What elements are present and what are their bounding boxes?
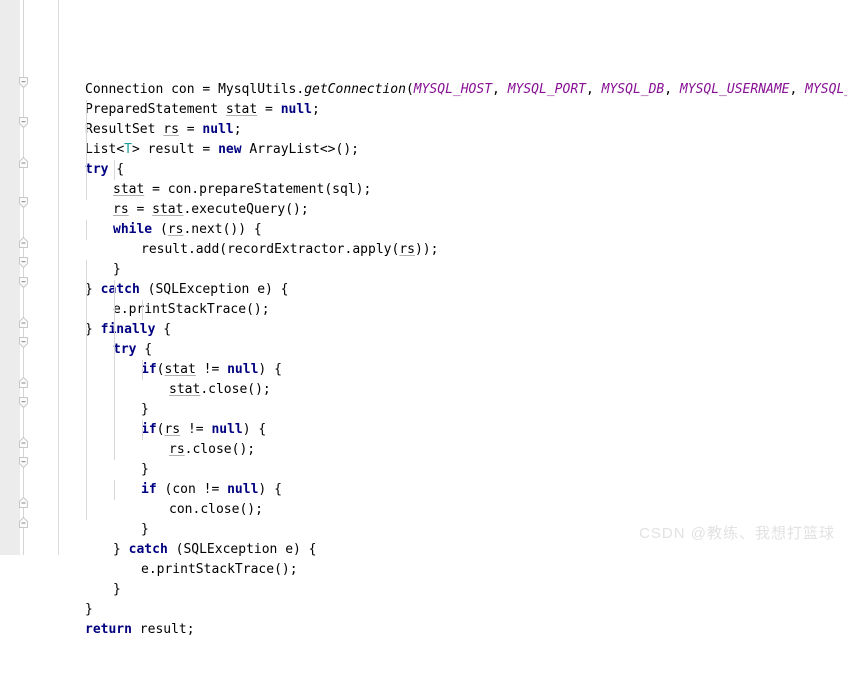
fold-collapse-end-icon[interactable]: [17, 236, 30, 249]
code-line[interactable]: try {: [59, 340, 847, 360]
code-line[interactable]: Connection con = MysqlUtils.getConnectio…: [59, 80, 847, 100]
fold-collapse-end-icon[interactable]: [17, 516, 30, 529]
csdn-watermark: CSDN @教练、我想打篮球: [639, 525, 835, 542]
indent-guide: [142, 300, 143, 320]
indent-guide: [114, 160, 115, 180]
fold-collapse-end-icon[interactable]: [17, 316, 30, 329]
indent-guide: [114, 280, 115, 460]
code-line[interactable]: if (con != null) {: [59, 480, 847, 500]
indent-guide: [142, 360, 143, 380]
fold-collapse-end-icon[interactable]: [17, 376, 30, 389]
fold-collapse-start-icon[interactable]: [17, 256, 30, 269]
indent-guide: [86, 100, 87, 200]
fold-collapse-start-icon[interactable]: [17, 396, 30, 409]
fold-collapse-start-icon[interactable]: [17, 76, 30, 89]
code-line[interactable]: con.close();: [59, 500, 847, 520]
indent-guide: [114, 480, 115, 500]
code-line[interactable]: PreparedStatement stat = null;: [59, 100, 847, 120]
code-line[interactable]: }: [59, 460, 847, 480]
fold-collapse-end-icon[interactable]: [17, 436, 30, 449]
code-line[interactable]: stat.close();: [59, 380, 847, 400]
code-line[interactable]: } catch (SQLException e) {: [59, 280, 847, 300]
code-line[interactable]: } catch (SQLException e) {: [59, 540, 847, 560]
fold-collapse-start-icon[interactable]: [17, 116, 30, 129]
code-line[interactable]: }: [59, 260, 847, 280]
fold-collapse-end-icon[interactable]: [17, 496, 30, 509]
code-line[interactable]: try {: [59, 160, 847, 180]
code-line[interactable]: while (rs.next()) {: [59, 220, 847, 240]
indent-guide: [86, 260, 87, 520]
code-text-area[interactable]: Connection con = MysqlUtils.getConnectio…: [59, 0, 847, 637]
code-line[interactable]: }: [59, 580, 847, 600]
code-line[interactable]: if(rs != null) {: [59, 420, 847, 440]
code-line[interactable]: stat = con.prepareStatement(sql);: [59, 180, 847, 200]
fold-collapse-start-icon[interactable]: [17, 196, 30, 209]
code-line[interactable]: result.add(recordExtractor.apply(rs));: [59, 240, 847, 260]
code-line[interactable]: List<T> result = new ArrayList<>();: [59, 140, 847, 160]
fold-collapse-start-icon[interactable]: [17, 336, 30, 349]
code-line[interactable]: }: [59, 400, 847, 420]
indent-guide: [86, 220, 87, 240]
code-line[interactable]: } finally {: [59, 320, 847, 340]
indent-guide: [142, 420, 143, 440]
code-editor[interactable]: Connection con = MysqlUtils.getConnectio…: [0, 0, 847, 637]
fold-collapse-start-icon[interactable]: [17, 276, 30, 289]
fold-collapse-end-icon[interactable]: [17, 156, 30, 169]
code-line[interactable]: e.printStackTrace();: [59, 560, 847, 580]
code-line[interactable]: rs.close();: [59, 440, 847, 460]
code-line[interactable]: rs = stat.executeQuery();: [59, 200, 847, 220]
code-line[interactable]: if(stat != null) {: [59, 360, 847, 380]
code-line[interactable]: ResultSet rs = null;: [59, 120, 847, 140]
code-line[interactable]: e.printStackTrace();: [59, 300, 847, 320]
code-line[interactable]: }: [59, 600, 847, 620]
fold-collapse-start-icon[interactable]: [17, 456, 30, 469]
code-line-group[interactable]: Connection con = MysqlUtils.getConnectio…: [59, 80, 847, 640]
code-line[interactable]: return result;: [59, 620, 847, 640]
